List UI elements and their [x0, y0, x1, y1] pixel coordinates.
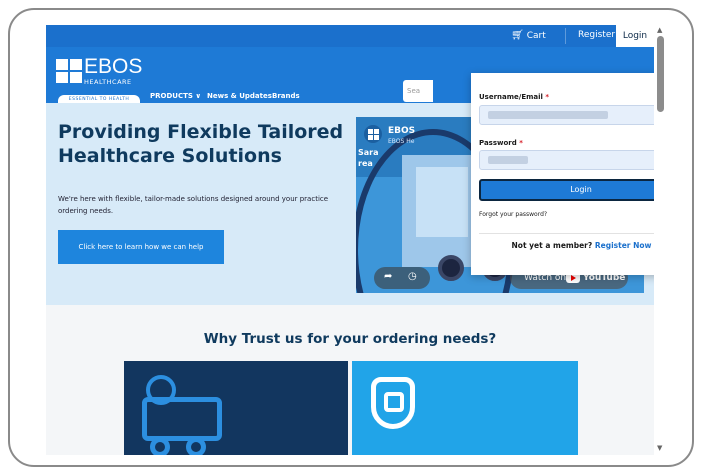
truck-wheel-icon — [150, 437, 170, 455]
watch-later-icon[interactable]: ◷ — [408, 271, 417, 282]
masked-value — [488, 156, 528, 164]
channel-logo-icon — [364, 125, 382, 143]
username-label: Username/Email * — [479, 93, 550, 101]
register-now-link[interactable]: Register Now — [595, 241, 652, 250]
cart-link[interactable]: 🛒︎ Cart — [511, 30, 546, 41]
ebos-logo[interactable]: EBOS HEALTHCARE — [56, 55, 142, 91]
shield-plus-icon — [371, 377, 415, 429]
hero-title: Providing Flexible Tailored Healthcare S… — [58, 121, 344, 167]
login-dropdown: Username/Email * Password * Login Forgot… — [471, 73, 654, 275]
logo-subtitle: HEALTHCARE — [84, 78, 132, 86]
cart-label: Cart — [526, 31, 546, 41]
logo-word: EBOS — [84, 55, 143, 78]
video-actions: ➦ ◷ — [374, 267, 430, 289]
nav-brands[interactable]: Brands — [272, 92, 300, 100]
login-link[interactable]: Login — [616, 25, 654, 47]
nav-products[interactable]: PRODUCTS ∨ — [150, 92, 201, 100]
top-utility-bar: 🛒︎ Cart Register Login — [46, 25, 654, 47]
masked-value — [488, 111, 608, 119]
plus-icon — [384, 392, 404, 412]
trust-heading: Why Trust us for your ordering needs? — [203, 331, 497, 347]
delivery-truck-icon — [142, 397, 222, 441]
scroll-up-icon[interactable]: ▲ — [657, 26, 662, 34]
scrollbar-thumb[interactable] — [657, 36, 664, 112]
video-side-text: Sara rea — [358, 148, 379, 168]
username-field[interactable] — [479, 105, 654, 125]
logo-mark-icon — [56, 59, 82, 83]
search-input[interactable]: Sea — [403, 80, 433, 102]
health-shield-card[interactable] — [352, 361, 578, 455]
video-channel-title: EBOS — [388, 126, 416, 136]
topbar-divider — [565, 28, 566, 44]
video-truck-panel — [416, 167, 468, 237]
password-label: Password * — [479, 139, 523, 147]
forgot-password-link[interactable]: Forgot your password? — [479, 211, 547, 218]
webpage: 🛒︎ Cart Register Login EBOS HEALTHCARE ES… — [46, 25, 654, 455]
register-link[interactable]: Register — [578, 30, 615, 40]
video-channel-subtitle: EBOS He — [388, 138, 415, 145]
member-prompt: Not yet a member? Register Now — [511, 241, 652, 250]
cart-icon: 🛒︎ — [511, 30, 524, 41]
truck-wheel-icon — [438, 255, 464, 281]
delivery-card[interactable] — [124, 361, 348, 455]
learn-more-button[interactable]: Click here to learn how we can help — [58, 230, 224, 264]
share-icon[interactable]: ➦ — [384, 271, 392, 282]
dropdown-divider — [479, 233, 654, 234]
truck-wheel-icon — [186, 437, 206, 455]
page-scrollbar[interactable]: ▲ ▼ — [654, 22, 668, 454]
nav-news-updates[interactable]: News & Updates — [207, 92, 272, 100]
password-field[interactable] — [479, 150, 654, 170]
login-submit-button[interactable]: Login — [479, 179, 654, 201]
scroll-down-icon[interactable]: ▼ — [657, 444, 662, 452]
hero-description: We're here with flexible, tailor-made so… — [58, 195, 329, 215]
